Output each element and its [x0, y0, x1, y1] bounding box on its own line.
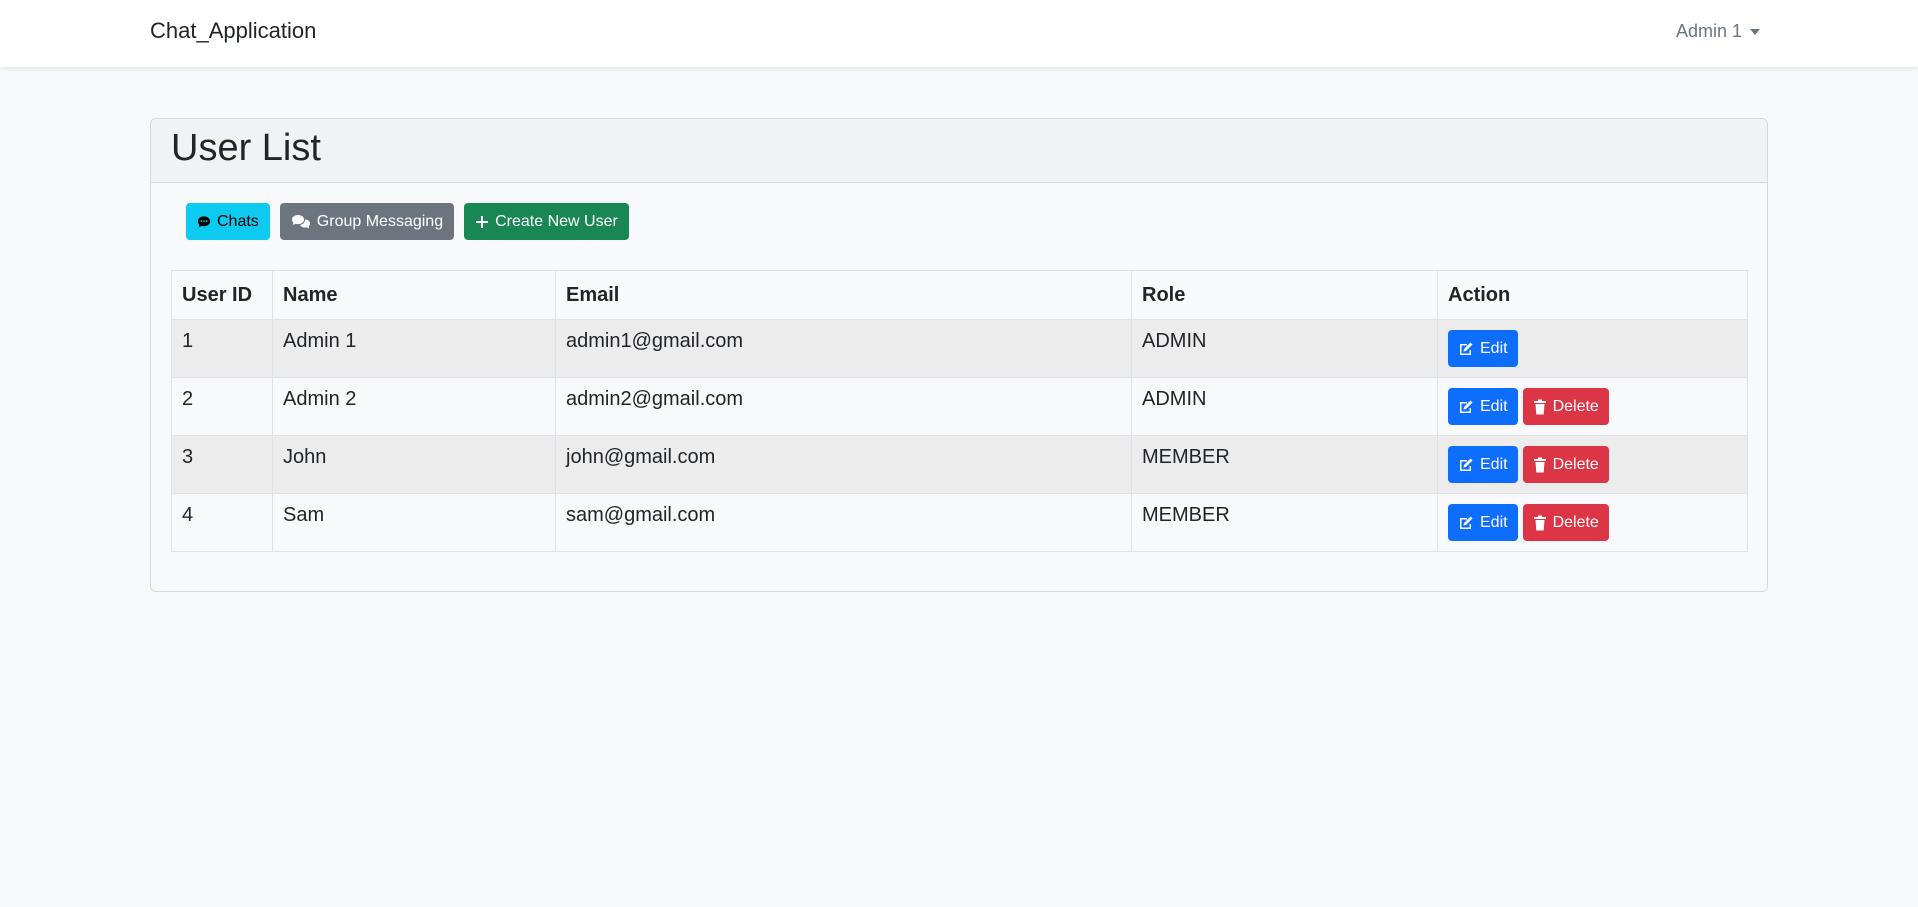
user-menu-label: Admin 1	[1675, 21, 1742, 41]
delete-button-label: Delete	[1552, 455, 1599, 473]
edit-icon	[1458, 399, 1474, 415]
create-new-user-button-label: Create New User	[495, 212, 618, 230]
edit-icon	[1458, 341, 1474, 357]
comments-icon	[291, 214, 311, 230]
page-title: User List	[171, 127, 321, 169]
delete-button-label: Delete	[1552, 513, 1599, 531]
cell-role: ADMIN	[1131, 319, 1438, 378]
user-menu-dropdown[interactable]: Admin 1	[1676, 21, 1760, 42]
top-navbar: Chat_Application Admin 1	[0, 0, 1918, 67]
cell-user-id: 2	[171, 377, 273, 436]
cell-name: Sam	[272, 493, 556, 552]
edit-icon	[1458, 457, 1474, 473]
delete-button[interactable]: Delete	[1522, 504, 1609, 541]
column-header-name: Name	[272, 270, 556, 320]
delete-button[interactable]: Delete	[1522, 446, 1609, 483]
cell-role: MEMBER	[1131, 435, 1438, 494]
cell-action: Edit	[1437, 319, 1748, 378]
edit-button[interactable]: Edit	[1448, 504, 1518, 541]
toolbar: Chats Group Messaging Create New User	[186, 203, 629, 240]
cell-email: admin1@gmail.com	[555, 319, 1132, 378]
cell-name: Admin 2	[272, 377, 556, 436]
edit-icon	[1458, 515, 1474, 531]
trash-icon	[1533, 399, 1547, 415]
trash-icon	[1533, 515, 1547, 531]
edit-button[interactable]: Edit	[1448, 446, 1518, 483]
cell-name: John	[272, 435, 556, 494]
cell-user-id: 4	[171, 493, 273, 552]
caret-down-icon	[1750, 28, 1760, 35]
cell-email: sam@gmail.com	[555, 493, 1132, 552]
chats-button-label: Chats	[217, 212, 259, 230]
trash-icon	[1533, 457, 1547, 473]
delete-button-label: Delete	[1552, 397, 1599, 415]
table-row: 4 Sam sam@gmail.com MEMBER Edit Delete	[171, 493, 1748, 552]
comment-icon	[197, 215, 211, 229]
table-row: 2 Admin 2 admin2@gmail.com ADMIN Edit De…	[171, 377, 1748, 436]
cell-email: admin2@gmail.com	[555, 377, 1132, 436]
cell-role: MEMBER	[1131, 493, 1438, 552]
table-header-row: User ID Name Email Role Action	[171, 270, 1748, 320]
cell-action: Edit Delete	[1437, 493, 1748, 552]
cell-user-id: 1	[171, 319, 273, 378]
plus-icon	[475, 215, 489, 229]
chats-button[interactable]: Chats	[186, 203, 270, 240]
column-header-email: Email	[555, 270, 1132, 320]
cell-email: john@gmail.com	[555, 435, 1132, 494]
edit-button-label: Edit	[1480, 455, 1508, 473]
cell-action: Edit Delete	[1437, 435, 1748, 494]
group-messaging-button-label: Group Messaging	[316, 212, 444, 230]
column-header-user-id: User ID	[171, 270, 273, 320]
cell-user-id: 3	[171, 435, 273, 494]
cell-role: ADMIN	[1131, 377, 1438, 436]
column-header-action: Action	[1437, 270, 1748, 320]
edit-button-label: Edit	[1480, 339, 1508, 357]
edit-button-label: Edit	[1480, 513, 1508, 531]
table-row: 1 Admin 1 admin1@gmail.com ADMIN Edit	[171, 319, 1748, 378]
column-header-role: Role	[1131, 270, 1438, 320]
delete-button[interactable]: Delete	[1522, 388, 1609, 425]
group-messaging-button[interactable]: Group Messaging	[279, 203, 455, 240]
user-table: User ID Name Email Role Action 1 Admin 1…	[171, 270, 1748, 552]
table-row: 3 John john@gmail.com MEMBER Edit Delete	[171, 435, 1748, 494]
cell-action: Edit Delete	[1437, 377, 1748, 436]
edit-button[interactable]: Edit	[1448, 388, 1518, 425]
create-new-user-button[interactable]: Create New User	[464, 203, 629, 240]
card-header: User List	[151, 119, 1767, 183]
cell-name: Admin 1	[272, 319, 556, 378]
user-list-card: User List Chats Group Messaging Create N…	[150, 118, 1768, 592]
edit-button[interactable]: Edit	[1448, 330, 1518, 367]
edit-button-label: Edit	[1480, 397, 1508, 415]
brand-link[interactable]: Chat_Application	[150, 18, 316, 44]
